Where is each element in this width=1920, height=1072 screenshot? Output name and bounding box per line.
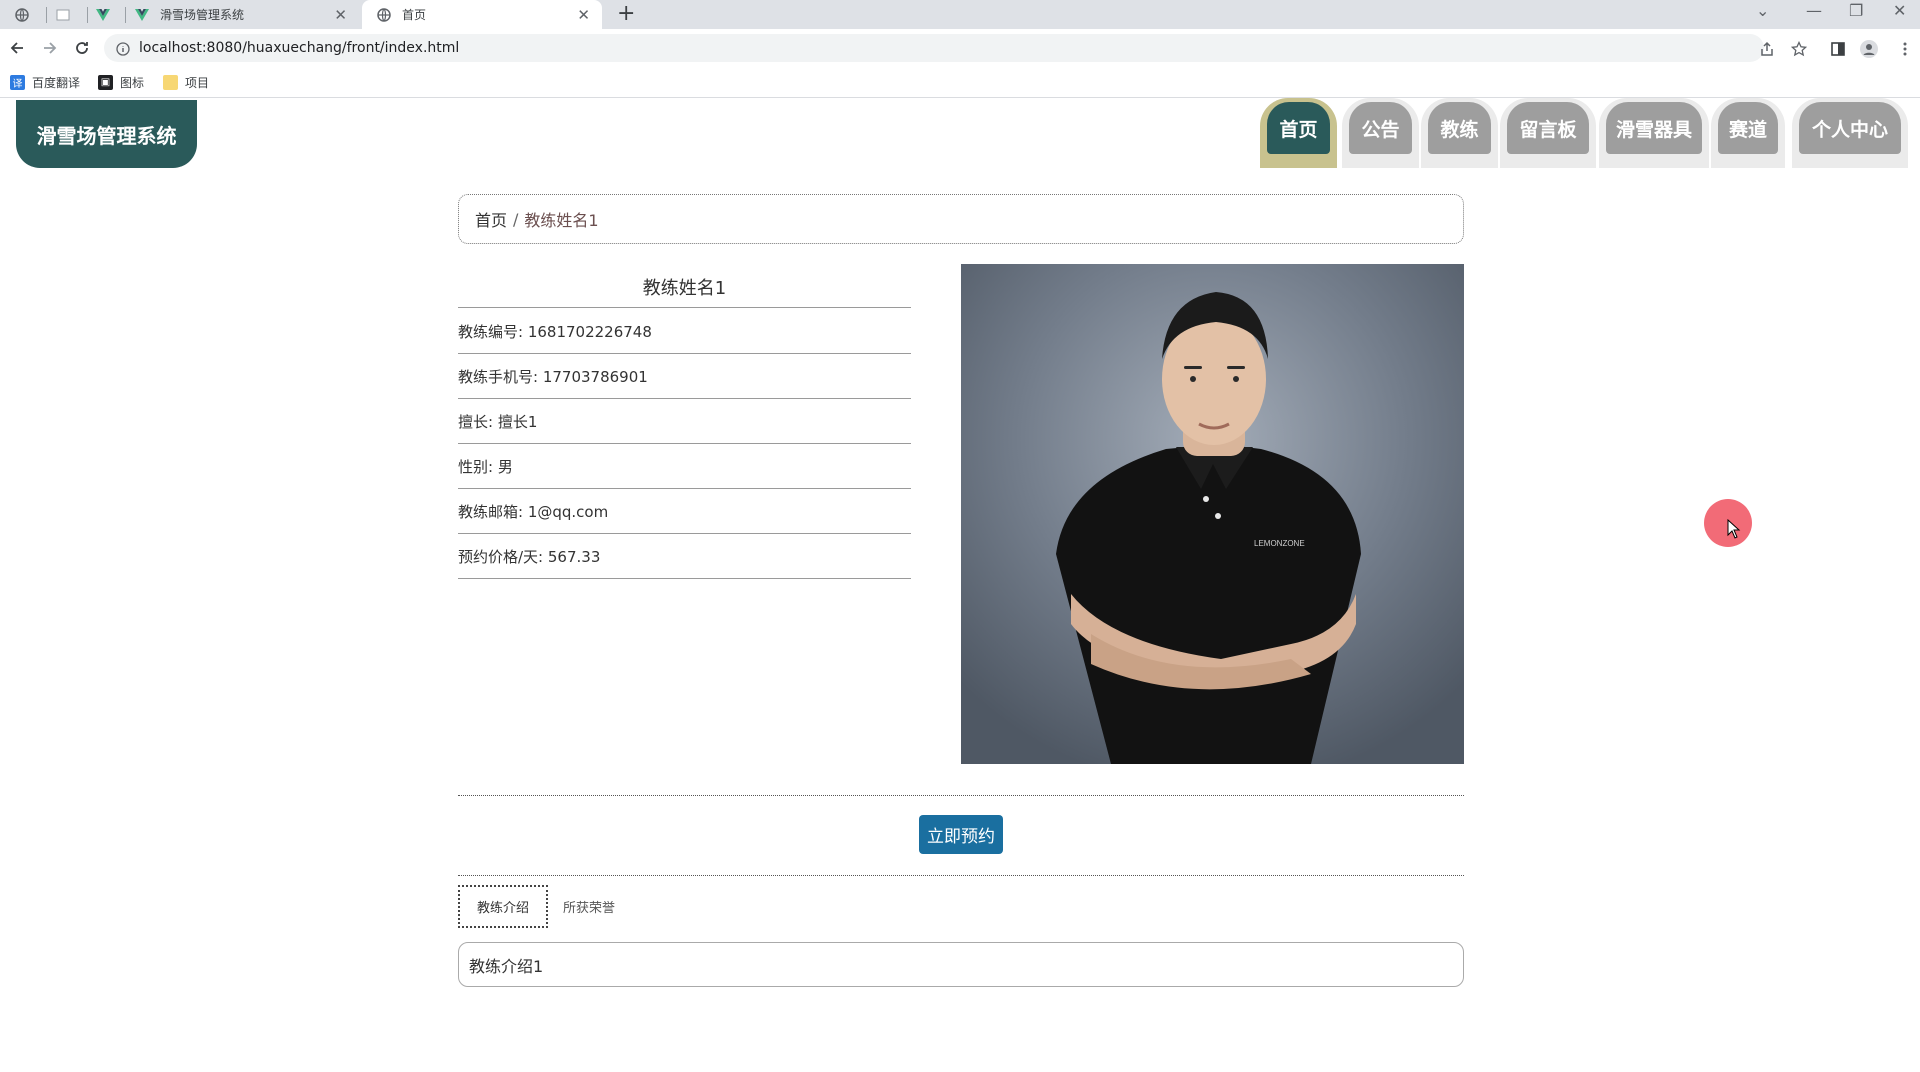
- close-window-icon[interactable]: ✕: [1893, 1, 1906, 20]
- bookmark-item[interactable]: ▣ 图标: [98, 74, 144, 91]
- restore-icon[interactable]: ❐: [1849, 1, 1863, 20]
- image-icon: ▣: [98, 75, 113, 90]
- folder-icon: [163, 75, 178, 90]
- breadcrumb: 首页 / 教练姓名1: [458, 194, 1464, 244]
- nav-label: 滑雪器具: [1606, 102, 1702, 154]
- site-logo[interactable]: 滑雪场管理系统: [16, 100, 197, 168]
- nav-track[interactable]: 赛道: [1711, 98, 1785, 168]
- globe-icon: [14, 7, 30, 23]
- browser-tab[interactable]: 滑雪场管理系统 ✕: [134, 0, 359, 29]
- reload-icon[interactable]: [69, 35, 95, 61]
- breadcrumb-home-link[interactable]: 首页: [475, 207, 507, 231]
- close-tab-icon[interactable]: ✕: [577, 6, 590, 24]
- browser-tabstrip: 滑雪场管理系统 ✕ 首页 ✕ + ⌄ — ❐ ✕: [0, 0, 1920, 29]
- nav-label: 教练: [1428, 102, 1491, 154]
- bookmark-item[interactable]: 译 百度翻译: [10, 74, 80, 91]
- nav-label: 公告: [1349, 102, 1412, 154]
- tab-title: 滑雪场管理系统: [160, 8, 245, 22]
- translate-icon: 译: [10, 75, 25, 90]
- share-icon[interactable]: [1758, 40, 1776, 58]
- nav-ski-equipment[interactable]: 滑雪器具: [1599, 98, 1709, 168]
- bookmark-star-icon[interactable]: [1790, 40, 1808, 58]
- browser-tab[interactable]: [95, 0, 119, 29]
- blank-page-icon: [55, 7, 71, 23]
- page-content: 滑雪场管理系统 首页 公告 教练 留言板 滑雪器具 赛道 个人中心 首页 / 教…: [0, 98, 1920, 1072]
- profile-icon[interactable]: [1860, 40, 1878, 58]
- mouse-cursor-icon: [1727, 519, 1741, 539]
- tab-title: 首页: [402, 8, 427, 22]
- nav-personal-center[interactable]: 个人中心: [1792, 98, 1908, 168]
- book-now-button[interactable]: 立即预约: [919, 815, 1003, 854]
- nav-label: 首页: [1267, 102, 1330, 154]
- nav-coach[interactable]: 教练: [1421, 98, 1498, 168]
- browser-tab[interactable]: [55, 0, 79, 29]
- nav-label: 留言板: [1507, 102, 1589, 154]
- site-info-icon[interactable]: [116, 41, 130, 60]
- minimize-icon[interactable]: —: [1806, 1, 1822, 20]
- nav-label: 个人中心: [1799, 102, 1901, 154]
- divider: [458, 795, 1464, 796]
- nav-message-board[interactable]: 留言板: [1500, 98, 1596, 168]
- address-bar[interactable]: localhost:8080/huaxuechang/front/index.h…: [104, 34, 1764, 62]
- back-icon[interactable]: [4, 35, 30, 61]
- coach-price-field: 预约价格/天: 567.33: [458, 534, 911, 579]
- globe-icon: [376, 7, 392, 23]
- coach-photo: LEMONZONE: [961, 264, 1464, 764]
- url-text: localhost:8080/huaxuechang/front/index.h…: [139, 40, 460, 56]
- new-tab-icon[interactable]: +: [617, 1, 635, 26]
- tab-honors[interactable]: 所获荣誉: [563, 885, 615, 928]
- breadcrumb-separator: /: [513, 209, 519, 229]
- coach-intro-content: 教练介绍1: [458, 942, 1464, 987]
- tab-search-icon[interactable]: ⌄: [1756, 1, 1769, 20]
- browser-tab-active[interactable]: 首页 ✕: [362, 0, 602, 29]
- tab-coach-intro[interactable]: 教练介绍: [458, 885, 548, 928]
- nav-label: 赛道: [1718, 102, 1778, 154]
- nav-home[interactable]: 首页: [1260, 98, 1337, 168]
- coach-name-heading: 教练姓名1: [458, 274, 911, 308]
- coach-gender-field: 性别: 男: [458, 444, 911, 489]
- vue-logo-icon: [134, 7, 150, 23]
- side-panel-icon[interactable]: [1829, 40, 1847, 58]
- bookmark-label: 百度翻译: [32, 76, 81, 90]
- bookmark-item[interactable]: 项目: [163, 74, 209, 91]
- coach-specialty-field: 擅长: 擅长1: [458, 399, 911, 444]
- forward-icon[interactable]: [37, 35, 63, 61]
- vue-logo-icon: [95, 7, 111, 23]
- browser-toolbar: localhost:8080/huaxuechang/front/index.h…: [0, 29, 1920, 67]
- coach-id-field: 教练编号: 1681702226748: [458, 309, 911, 354]
- menu-dots-icon[interactable]: [1896, 40, 1914, 58]
- close-tab-icon[interactable]: ✕: [334, 6, 347, 24]
- coach-email-field: 教练邮箱: 1@qq.com: [458, 489, 911, 534]
- breadcrumb-current: 教练姓名1: [524, 211, 599, 230]
- coach-phone-field: 教练手机号: 17703786901: [458, 354, 911, 399]
- bookmarks-bar: 译 百度翻译 ▣ 图标 项目: [0, 67, 1920, 98]
- bookmark-label: 项目: [185, 76, 210, 90]
- bookmark-label: 图标: [120, 76, 145, 90]
- divider: [458, 875, 1464, 876]
- nav-notice[interactable]: 公告: [1342, 98, 1419, 168]
- shirt-brand-text: LEMONZONE: [1254, 539, 1305, 548]
- browser-tab[interactable]: [14, 0, 38, 29]
